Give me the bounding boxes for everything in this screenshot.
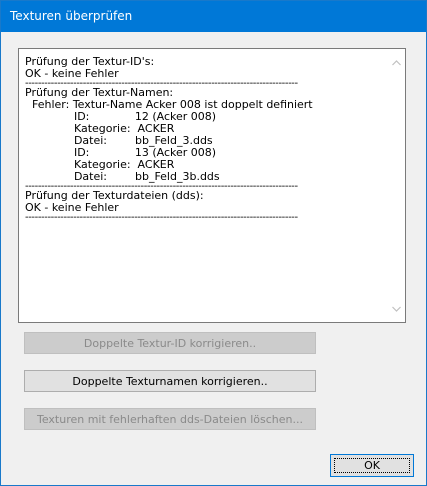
report-content: Prüfung der Textur-ID's: OK - keine Fehl…: [25, 56, 387, 222]
chevron-down-icon[interactable]: [388, 300, 405, 317]
fix-duplicate-names-button[interactable]: Doppelte Texturnamen korrigieren..: [24, 370, 316, 392]
chevron-up-icon[interactable]: [388, 54, 405, 71]
separator-line: ----------------------------------------…: [25, 214, 298, 221]
report-textbox[interactable]: Prüfung der Textur-ID's: OK - keine Fehl…: [18, 48, 406, 323]
fix-duplicate-ids-button[interactable]: Doppelte Textur-ID korrigieren..: [24, 332, 316, 354]
report-line: Datei: bb_Feld_3b.dds: [25, 170, 220, 183]
fix-duplicate-ids-label: Doppelte Textur-ID korrigieren..: [83, 336, 257, 350]
delete-bad-textures-label: Texturen mit fehlerhaften dds-Dateien lö…: [36, 412, 304, 426]
title-bar[interactable]: Texturen überprüfen: [1, 1, 426, 32]
window-title: Texturen überprüfen: [10, 9, 133, 23]
delete-bad-textures-button[interactable]: Texturen mit fehlerhaften dds-Dateien lö…: [24, 408, 316, 430]
vertical-scrollbar[interactable]: [388, 49, 405, 322]
dialog-window: Texturen überprüfen Prüfung der Textur-I…: [0, 0, 427, 486]
fix-duplicate-names-label: Doppelte Texturnamen korrigieren..: [72, 374, 268, 388]
ok-label: OK: [364, 459, 380, 472]
report-line: OK - keine Fehler: [25, 201, 119, 214]
report-line: OK - keine Fehler: [25, 67, 119, 80]
ok-button[interactable]: OK: [330, 454, 414, 477]
